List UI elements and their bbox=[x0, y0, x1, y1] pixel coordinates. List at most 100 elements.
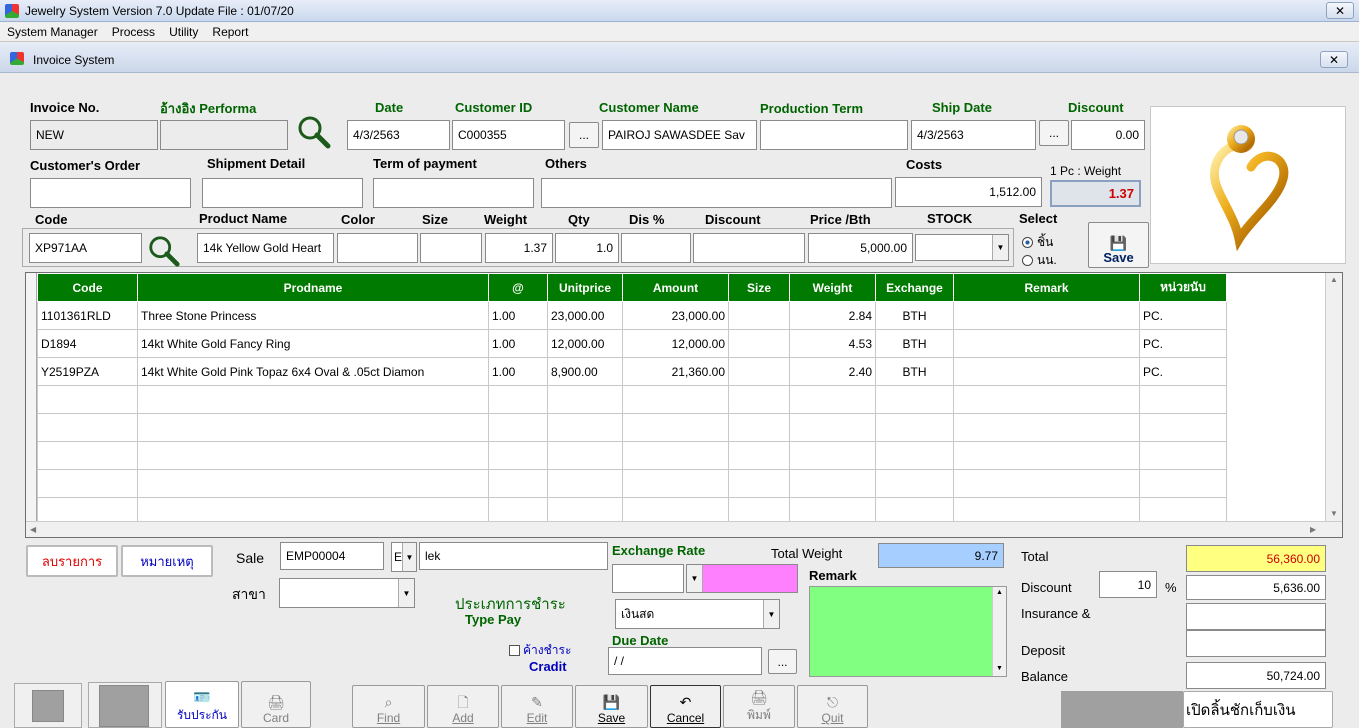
table-cell[interactable]: Y2519PZA bbox=[37, 357, 138, 386]
table-cell[interactable]: PC. bbox=[1139, 301, 1227, 330]
term-of-payment-field[interactable] bbox=[373, 178, 534, 208]
product-size-field[interactable] bbox=[420, 233, 482, 263]
table-cell[interactable] bbox=[953, 301, 1140, 330]
table-cell[interactable] bbox=[547, 413, 623, 442]
delete-item-button[interactable]: ลบรายการ bbox=[26, 545, 118, 577]
product-weight-field[interactable]: 1.37 bbox=[485, 233, 553, 263]
table-cell[interactable] bbox=[622, 469, 729, 498]
table-cell[interactable]: 8,900.00 bbox=[547, 357, 623, 386]
table-cell[interactable] bbox=[547, 441, 623, 470]
edit-button[interactable]: ✎ Edit bbox=[501, 685, 573, 728]
product-qty-field[interactable]: 1.0 bbox=[555, 233, 619, 263]
stock-select[interactable]: ▼ bbox=[915, 234, 1009, 261]
discount-field[interactable]: 0.00 bbox=[1071, 120, 1145, 150]
product-price-field[interactable]: 5,000.00 bbox=[808, 233, 913, 263]
shipment-detail-field[interactable] bbox=[202, 178, 363, 208]
table-cell[interactable] bbox=[728, 357, 790, 386]
column-header-5[interactable]: Size bbox=[728, 273, 790, 302]
costs-field[interactable]: 1,512.00 bbox=[895, 177, 1042, 207]
table-cell[interactable] bbox=[137, 385, 489, 414]
table-cell[interactable]: 12,000.00 bbox=[547, 329, 623, 358]
table-cell[interactable] bbox=[488, 469, 548, 498]
close-window-button[interactable]: ✕ bbox=[1326, 2, 1354, 19]
table-cell[interactable] bbox=[789, 385, 876, 414]
table-cell[interactable]: 14kt White Gold Pink Topaz 6x4 Oval & .0… bbox=[137, 357, 489, 386]
column-header-6[interactable]: Weight bbox=[789, 273, 876, 302]
column-header-9[interactable]: หน่วยนับ bbox=[1139, 273, 1227, 302]
product-name-field[interactable]: 14k Yellow Gold Heart bbox=[197, 233, 334, 263]
remark-textarea[interactable]: ▲ ▼ bbox=[809, 586, 1007, 677]
find-button[interactable]: ⌕ Find bbox=[352, 685, 425, 728]
table-cell[interactable] bbox=[953, 329, 1140, 358]
table-row[interactable]: 1101361RLD Three Stone Princess 1.00 23,000… bbox=[37, 301, 1227, 330]
table-cell[interactable] bbox=[488, 441, 548, 470]
cancel-button[interactable]: ↶ Cancel bbox=[650, 685, 721, 728]
invoice-items-grid[interactable]: Code Prodname @ Unitprice Amount Size Weight Ex… bbox=[25, 272, 1343, 538]
table-cell[interactable] bbox=[728, 329, 790, 358]
table-cell[interactable] bbox=[728, 441, 790, 470]
horizontal-scrollbar[interactable]: ◀ ▶ bbox=[26, 521, 1342, 537]
table-cell[interactable] bbox=[728, 413, 790, 442]
table-cell[interactable] bbox=[37, 385, 138, 414]
currency-select[interactable]: ▼ bbox=[686, 564, 798, 593]
column-header-2[interactable]: @ bbox=[488, 273, 548, 302]
table-row[interactable] bbox=[37, 413, 1227, 442]
table-cell[interactable]: D1894 bbox=[37, 329, 138, 358]
table-cell[interactable] bbox=[622, 385, 729, 414]
vertical-scrollbar[interactable]: ▲ ▼ bbox=[1325, 273, 1342, 521]
table-cell[interactable] bbox=[789, 413, 876, 442]
table-row[interactable] bbox=[37, 385, 1227, 414]
table-cell[interactable] bbox=[953, 441, 1140, 470]
table-cell[interactable]: 1.00 bbox=[488, 329, 548, 358]
table-cell[interactable] bbox=[37, 413, 138, 442]
menu-process[interactable]: Process bbox=[112, 25, 155, 39]
table-cell[interactable] bbox=[137, 469, 489, 498]
sale-code-select[interactable]: E ▼ bbox=[391, 542, 417, 572]
table-cell[interactable] bbox=[622, 441, 729, 470]
table-cell[interactable] bbox=[1139, 469, 1227, 498]
column-header-7[interactable]: Exchange bbox=[875, 273, 954, 302]
table-cell[interactable] bbox=[728, 385, 790, 414]
table-row[interactable]: D1894 14kt White Gold Fancy Ring 1.00 12,00… bbox=[37, 329, 1227, 358]
search-product-icon[interactable] bbox=[147, 234, 181, 268]
save-product-button[interactable]: 💾 Save bbox=[1088, 222, 1149, 268]
table-cell[interactable]: 12,000.00 bbox=[622, 329, 729, 358]
table-cell[interactable] bbox=[622, 413, 729, 442]
table-cell[interactable] bbox=[488, 385, 548, 414]
customer-name-field[interactable]: PAIROJ SAWASDEE Sav bbox=[602, 120, 757, 150]
table-cell[interactable]: Three Stone Princess bbox=[137, 301, 489, 330]
add-button[interactable]: 🗋 Add bbox=[427, 685, 499, 728]
date-field[interactable]: 4/3/2563 bbox=[347, 120, 450, 150]
table-cell[interactable] bbox=[37, 469, 138, 498]
table-cell[interactable]: 23,000.00 bbox=[622, 301, 729, 330]
due-date-picker-button[interactable]: ... bbox=[768, 649, 797, 674]
radio-piece[interactable]: ชิ้น bbox=[1022, 233, 1053, 252]
others-field[interactable] bbox=[541, 178, 892, 208]
customers-order-field[interactable] bbox=[30, 178, 191, 208]
table-cell[interactable] bbox=[1139, 413, 1227, 442]
table-cell[interactable]: PC. bbox=[1139, 329, 1227, 358]
table-cell[interactable]: 1.00 bbox=[488, 357, 548, 386]
scroll-down-icon[interactable]: ▼ bbox=[996, 665, 1003, 672]
menu-utility[interactable]: Utility bbox=[169, 25, 198, 39]
product-color-field[interactable] bbox=[337, 233, 418, 263]
due-date-field[interactable]: / / bbox=[608, 647, 762, 675]
pay-method-select[interactable]: เงินสด ▼ bbox=[615, 599, 780, 629]
table-cell[interactable]: 2.84 bbox=[789, 301, 876, 330]
table-cell[interactable] bbox=[953, 357, 1140, 386]
table-cell[interactable]: 21,360.00 bbox=[622, 357, 729, 386]
table-cell[interactable] bbox=[728, 301, 790, 330]
ref-performa-field[interactable] bbox=[160, 120, 288, 150]
column-header-4[interactable]: Amount bbox=[622, 273, 729, 302]
print-button[interactable]: 🖨 พิมพ์ bbox=[723, 685, 795, 728]
sale-name-field[interactable]: lek bbox=[419, 542, 608, 570]
table-cell[interactable]: 23,000.00 bbox=[547, 301, 623, 330]
table-cell[interactable] bbox=[547, 385, 623, 414]
invoice-no-field[interactable]: NEW bbox=[30, 120, 158, 150]
product-discount-field[interactable] bbox=[693, 233, 805, 263]
table-row[interactable] bbox=[37, 469, 1227, 498]
save-button[interactable]: 💾 Save bbox=[575, 685, 648, 728]
table-cell[interactable] bbox=[953, 413, 1140, 442]
ship-date-picker-button[interactable]: ... bbox=[1039, 120, 1069, 146]
column-header-0[interactable]: Code bbox=[37, 273, 138, 302]
